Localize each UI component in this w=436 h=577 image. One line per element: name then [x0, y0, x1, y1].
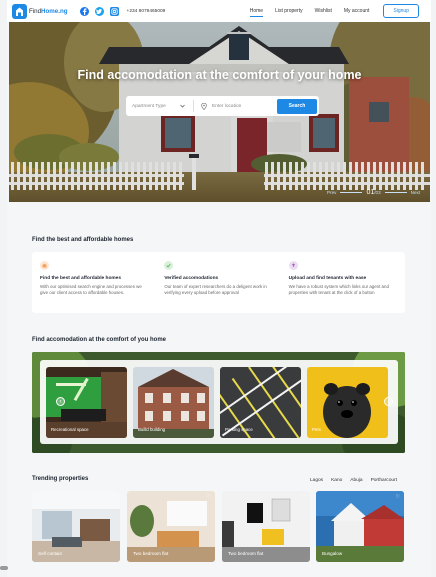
carousel-next-icon[interactable]: › — [384, 397, 393, 406]
city-tab-kano[interactable]: Kano — [331, 478, 342, 483]
feature-item: Find the best and affordable homes With … — [32, 252, 156, 313]
hero-banner: Find accomodation at the comfort of your… — [9, 22, 430, 202]
trending-heading: Trending properties — [32, 476, 89, 482]
scrollbar-thumb[interactable] — [0, 566, 8, 570]
property-label: Self contain — [38, 551, 63, 556]
types-carousel: Recreational space Builld building Parki… — [32, 352, 405, 453]
feature-desc: Our team of expert researchers do a deli… — [164, 284, 267, 296]
city-tab-lagos[interactable]: Lagos — [310, 478, 323, 483]
apartment-type-label: Apartment Type — [132, 103, 166, 109]
carousel-prev-icon[interactable]: ‹ — [56, 397, 65, 406]
logo-icon — [12, 3, 27, 19]
phone-number: +234 8079465009 — [126, 8, 166, 14]
type-card-label: Parking space — [225, 427, 253, 432]
feature-title: Upload and find tenants with ease — [288, 276, 367, 281]
search-bar: Apartment Type Enter location Search — [126, 96, 319, 116]
feature-item: Upload and find tenants with ease We hav… — [281, 252, 405, 313]
property-label: Two bedroom flat — [133, 551, 169, 556]
page: FindHome.ng +234 8079465009 Home List pr… — [7, 0, 431, 577]
type-card-parking[interactable]: Parking space — [220, 367, 301, 438]
type-card-label: Recreational space — [51, 427, 89, 432]
feature-title: Verified accomodations — [164, 276, 219, 281]
nav-list-property[interactable]: List property — [275, 6, 303, 16]
feature-desc: We have a robust system which links our … — [288, 284, 389, 296]
top-navbar: FindHome.ng +234 8079465009 Home List pr… — [7, 0, 431, 22]
feature-desc: With our optimised search engine and pro… — [40, 284, 142, 296]
nav-home[interactable]: Home — [249, 6, 264, 17]
pager-line — [384, 192, 407, 193]
logo[interactable]: FindHome.ng — [12, 3, 68, 19]
prev-button[interactable]: Prev — [327, 190, 336, 195]
pager-line — [340, 192, 363, 193]
heart-icon[interactable]: ♡ — [112, 494, 116, 500]
location-pin-icon — [201, 102, 207, 110]
check-icon — [164, 261, 174, 270]
feature-item: Verified accomodations Our team of exper… — [156, 252, 280, 313]
heart-icon[interactable]: ♡ — [302, 494, 306, 500]
main-nav: Home List property Wishlist My account — [249, 6, 370, 17]
city-tab-portharcourt[interactable]: Portharcourt — [371, 478, 397, 483]
property-card[interactable]: ♡ Two bedroom flat — [127, 491, 215, 562]
location-input[interactable]: Enter location — [194, 102, 277, 110]
location-placeholder: Enter location — [212, 103, 242, 109]
type-card-label: Builld building — [138, 427, 166, 432]
upload-icon — [288, 261, 298, 270]
types-track: Recreational space Builld building Parki… — [40, 360, 398, 444]
search-button[interactable]: Search — [277, 98, 317, 114]
twitter-icon[interactable] — [94, 6, 104, 16]
hero-pager: Prev 01/03 Next — [327, 189, 420, 196]
type-card-pets[interactable]: Pets — [307, 367, 388, 438]
hero-title: Find accomodation at the comfort of your… — [77, 68, 362, 82]
property-label: Bungalow — [322, 551, 343, 556]
nav-my-account[interactable]: My account — [344, 6, 370, 16]
facebook-icon[interactable] — [79, 6, 89, 16]
features-panel: Find the best and affordable homes With … — [32, 252, 405, 313]
types-heading: Find accomodation at the comfort of you … — [32, 337, 167, 343]
next-button[interactable]: Next — [411, 190, 420, 195]
property-card[interactable]: ♡ Self contain — [32, 491, 120, 562]
logo-text: FindHome.ng — [29, 7, 68, 15]
city-tab-abuja[interactable]: Abuja — [350, 478, 362, 483]
apartment-type-select[interactable]: Apartment Type — [126, 100, 194, 112]
features-heading: Find the best and affordable homes — [32, 237, 134, 243]
chevron-down-icon — [179, 104, 185, 108]
property-card[interactable]: ♡ Bungalow — [316, 491, 404, 562]
property-label: Two bedroom flat — [228, 551, 264, 556]
type-card-building[interactable]: Builld building — [133, 367, 214, 438]
signup-button[interactable]: Signup — [383, 4, 419, 18]
heart-icon[interactable]: ♡ — [207, 494, 211, 500]
nav-wishlist[interactable]: Wishlist — [315, 6, 332, 16]
feature-title: Find the best and affordable homes — [40, 276, 122, 281]
home-icon — [40, 261, 49, 270]
type-card-label: Pets — [312, 427, 321, 432]
social-links — [79, 6, 119, 16]
property-card[interactable]: ♡ Two bedroom flat — [222, 491, 310, 562]
heart-icon[interactable]: ♡ — [396, 494, 400, 500]
instagram-icon[interactable] — [109, 6, 119, 16]
city-filter: Lagos Kano Abuja Portharcourt — [310, 478, 397, 483]
pager-current: 01/03 — [366, 189, 381, 196]
